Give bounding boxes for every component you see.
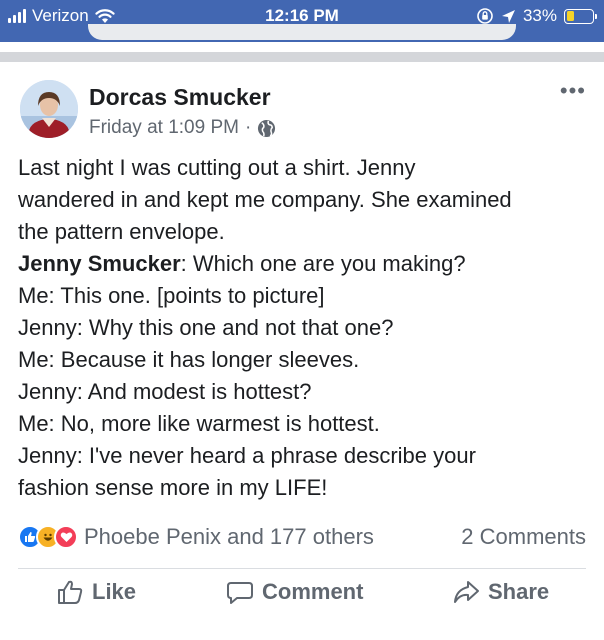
location-arrow-icon [501, 9, 515, 23]
post-body-text: Me: Because it has longer sleeves. [18, 347, 360, 372]
post-body-text: Last night I was cutting out a shirt. Je… [18, 155, 416, 180]
post-body-line: Jenny: I've never heard a phrase describ… [18, 440, 590, 472]
feed-separator [0, 52, 604, 62]
share-arrow-icon [454, 581, 479, 603]
post-body-line: Last night I was cutting out a shirt. Je… [18, 152, 590, 184]
post-body-text: Jenny: And modest is hottest? [18, 379, 312, 404]
post-body-line: Jenny: Why this one and not that one? [18, 312, 590, 344]
reactions-summary[interactable]: Phoebe Penix and 177 others 2 Comments [18, 522, 586, 552]
post-body-line: Jenny Smucker: Which one are you making? [18, 248, 590, 280]
reaction-names[interactable]: Phoebe Penix and 177 others [84, 524, 374, 550]
reaction-icons [18, 525, 78, 549]
post-actions: Like Comment Share [0, 578, 604, 618]
post-body-text: Me: This one. [points to picture] [18, 283, 325, 308]
more-options-icon[interactable]: ••• [560, 80, 586, 102]
rotation-lock-icon [477, 8, 493, 24]
meta-separator: · [244, 117, 252, 138]
post-body-text: wandered in and kept me company. She exa… [18, 187, 512, 212]
post-card: Dorcas Smucker Friday at 1:09 PM · ••• L… [0, 62, 604, 640]
post-body-line: Me: Because it has longer sleeves. [18, 344, 590, 376]
post-body-line: Me: This one. [points to picture] [18, 280, 590, 312]
post-body-text: fashion sense more in my LIFE! [18, 475, 328, 500]
post-body-text: the pattern envelope. [18, 219, 225, 244]
post-body-line: wandered in and kept me company. She exa… [18, 184, 590, 216]
post-body-text: : Which one are you making? [180, 251, 466, 276]
author-photo [20, 80, 78, 138]
post-body-line: the pattern envelope. [18, 216, 590, 248]
actions-divider [18, 568, 586, 569]
battery-percent: 33% [522, 6, 557, 25]
battery-icon [564, 8, 597, 24]
post-body-line: Me: No, more like warmest is hottest. [18, 408, 590, 440]
comment-label: Comment [262, 579, 364, 604]
like-label: Like [92, 579, 137, 604]
post-body-line: Jenny: And modest is hottest? [18, 376, 590, 408]
search-bar[interactable] [88, 24, 516, 40]
thumbs-up-icon [58, 580, 83, 604]
top-spacer [0, 42, 604, 52]
post-body-text: Jenny: Why this one and not that one? [18, 315, 394, 340]
comments-count[interactable]: 2 Comments [461, 524, 586, 550]
share-label: Share [488, 579, 550, 604]
comment-bubble-icon [227, 582, 253, 604]
post-body: Last night I was cutting out a shirt. Je… [18, 152, 590, 504]
mentioned-user[interactable]: Jenny Smucker [18, 251, 181, 276]
post-body-line: fashion sense more in my LIFE! [18, 472, 590, 504]
share-button[interactable]: Share [452, 578, 549, 606]
like-button[interactable]: Like [56, 578, 136, 606]
post-body-text: Me: No, more like warmest is hottest. [18, 411, 380, 436]
globe-icon[interactable] [257, 119, 276, 138]
avatar[interactable] [20, 80, 78, 138]
comment-button[interactable]: Comment [226, 578, 363, 606]
post-body-text: Jenny: I've never heard a phrase describ… [18, 443, 476, 468]
post-timestamp[interactable]: Friday at 1:09 PM [89, 117, 239, 139]
author-name[interactable]: Dorcas Smucker [89, 84, 271, 111]
love-reaction-icon [54, 525, 78, 549]
status-indicators: 33% [476, 6, 597, 26]
post-meta: Friday at 1:09 PM · [89, 117, 276, 139]
